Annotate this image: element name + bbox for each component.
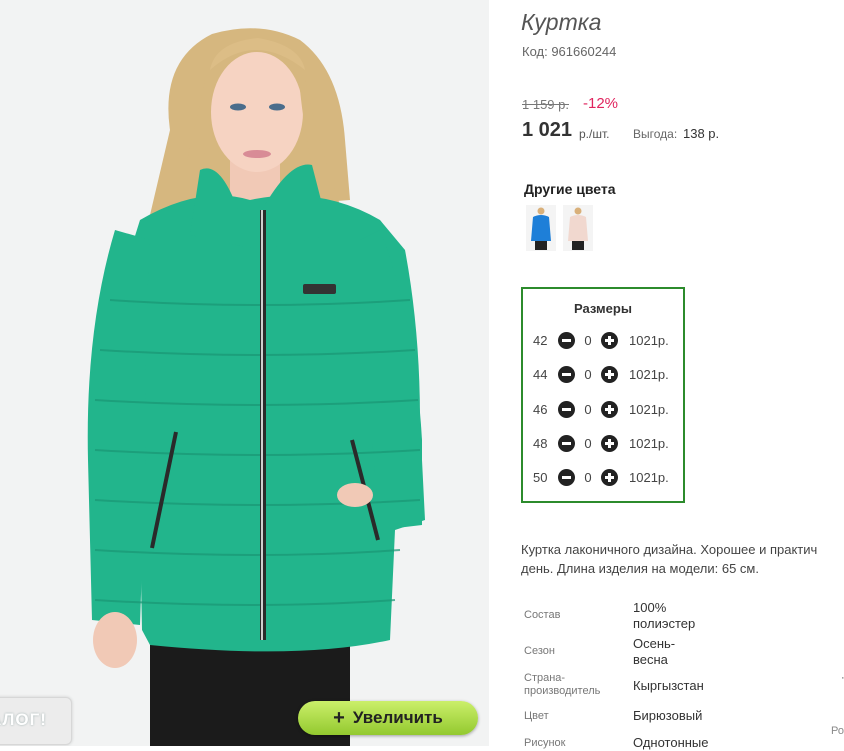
zoom-button[interactable]: + Увеличить [298,701,478,735]
catalog-tab-label: АЛОГ! [0,710,47,729]
description-line: Куртка лаконичного дизайна. Хорошее и пр… [521,542,818,557]
product-photo[interactable]: АЛОГ! + Увеличить [0,0,489,746]
other-colors-title: Другие цвета [524,181,616,197]
product-description: Куртка лаконичного дизайна. Хорошее и пр… [521,540,844,578]
spec-season-value-2: весна [633,652,668,667]
sizes-title: Размеры [574,301,632,316]
size-price: 1021р. [629,401,669,417]
spec-pattern-value: Однотонные [633,735,709,750]
zoom-button-label: Увеличить [352,708,443,727]
size-price: 1021р. [629,332,669,348]
spec-country-label-1: Страна- [524,672,566,684]
minus-icon[interactable] [558,331,575,349]
spec-country-label-2: производитель [524,685,601,697]
size-price: 1021р. [629,469,669,485]
size-row: 42 0 1021р. [533,330,669,350]
savings-value: 138 р. [683,126,720,141]
spec-color-label: Цвет [524,710,549,722]
size-value: 42 [533,332,548,348]
size-row: 46 0 1021р. [533,399,669,419]
spec-color-value: Бирюзовый [633,708,703,723]
minus-icon[interactable] [558,400,575,418]
minus-icon[interactable] [558,365,575,383]
product-code: Код: 961660244 [522,44,617,59]
size-value: 46 [533,401,548,417]
quantity-value: 0 [584,469,592,485]
spec-composition-label: Состав [524,609,561,621]
spec-season-value-1: Осень- [633,636,676,651]
size-value: 50 [533,469,548,485]
spec-pattern-label: Рисунок [524,737,566,749]
spec-composition-value-2: полиэстер [633,616,696,631]
size-price: 1021р. [629,366,669,382]
plus-icon: + [333,707,345,729]
color-swatch-blue[interactable] [526,205,556,251]
size-value: 48 [533,435,548,451]
quantity-value: 0 [584,366,592,382]
quantity-value: 0 [584,401,592,417]
quantity-value: 0 [584,435,592,451]
size-row: 44 0 1021р. [533,364,669,384]
model-illustration [87,28,425,746]
spec-season-label: Сезон [524,645,555,657]
plus-icon[interactable] [601,365,618,383]
spec-composition-value-1: 100% [633,600,667,615]
size-price: 1021р. [629,435,669,451]
minus-icon[interactable] [558,434,575,452]
old-price: 1 159 р. [522,97,569,112]
plus-icon[interactable] [601,331,618,349]
color-swatch-light-pink[interactable] [563,205,593,251]
plus-icon[interactable] [601,400,618,418]
price-unit: р./шт. [579,127,610,141]
plus-icon[interactable] [601,434,618,452]
product-title: Куртка [521,9,602,35]
savings-label: Выгода: [633,127,678,141]
description-line: день. Длина изделия на модели: 65 см. [521,561,759,576]
discount-badge: -12% [583,95,619,112]
size-row: 50 0 1021р. [533,467,669,487]
spec-country-value: Кыргызстан [633,678,704,693]
current-price: 1 021 [522,119,573,141]
sizes-panel: Размеры 42 0 1021р. 44 0 1021р. 46 0 102… [521,287,685,503]
catalog-tab[interactable]: АЛОГ! [0,697,72,745]
size-row: 48 0 1021р. [533,433,669,453]
edge-label: Ро [831,725,844,737]
size-value: 44 [533,366,548,382]
plus-icon[interactable] [601,468,618,486]
quantity-value: 0 [584,332,592,348]
minus-icon[interactable] [558,468,575,486]
